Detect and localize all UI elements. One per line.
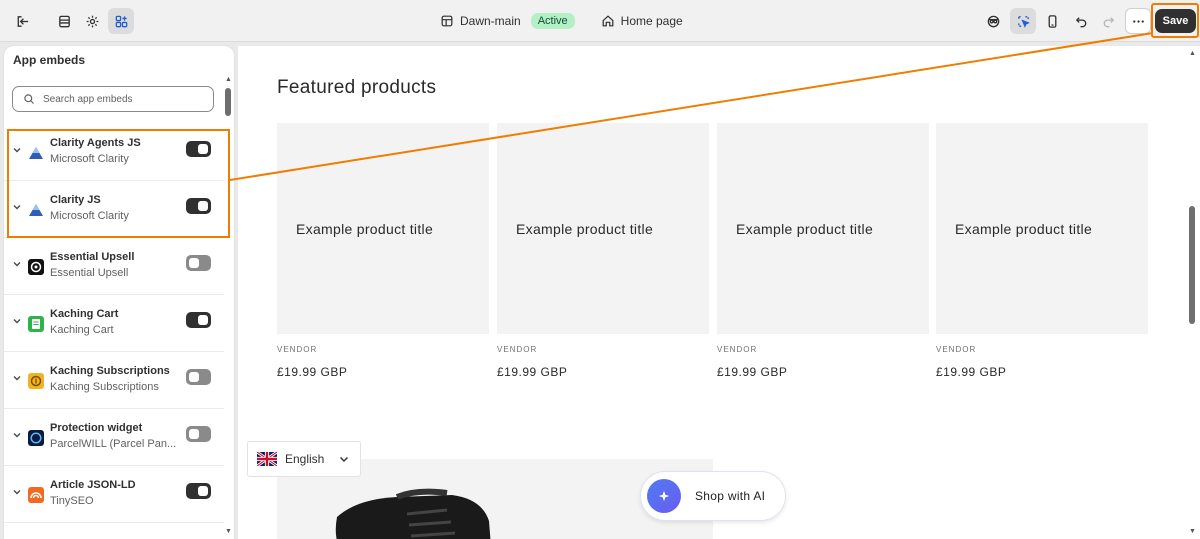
customer-preview-icon[interactable]: [980, 8, 1006, 34]
status-badge: Active: [530, 13, 575, 29]
theme-name[interactable]: Dawn-main: [460, 14, 521, 28]
chevron-down-icon: [340, 457, 349, 462]
product-card[interactable]: Example product title VENDOR £19.99 GBP: [936, 123, 1148, 379]
embed-highlight-box: [7, 129, 230, 238]
language-selector[interactable]: English: [247, 441, 361, 477]
tinyseo-icon: [28, 487, 44, 503]
product-card[interactable]: Example product title VENDOR £19.99 GBP: [277, 123, 489, 379]
exit-icon[interactable]: [9, 8, 35, 34]
chevron-down-icon[interactable]: [12, 316, 22, 326]
settings-gear-icon[interactable]: [79, 8, 105, 34]
app-embeds-panel: App embeds Search app embeds ▲ ▼ Clarity…: [4, 46, 234, 539]
theme-info: Dawn-main Active Home page: [440, 0, 683, 42]
embed-provider: Essential Upsell: [50, 267, 129, 279]
save-highlight-box: [1151, 3, 1199, 38]
search-input[interactable]: Search app embeds: [12, 86, 214, 112]
embed-name: Essential Upsell: [50, 251, 135, 263]
scroll-down-arrow-icon[interactable]: ▼: [1189, 528, 1196, 535]
embed-row-kaching-subscriptions[interactable]: Kaching Subscriptions Kaching Subscripti…: [4, 352, 224, 409]
embed-toggle[interactable]: [186, 312, 211, 328]
chevron-down-icon[interactable]: [12, 487, 22, 497]
embed-row-kaching-cart[interactable]: Kaching Cart Kaching Cart: [4, 295, 224, 352]
app-embeds-icon[interactable]: [108, 8, 134, 34]
sparkle-icon: [647, 479, 681, 513]
scroll-down-arrow-icon[interactable]: ▼: [225, 528, 232, 535]
language-label: English: [285, 452, 325, 466]
chevron-down-icon[interactable]: [12, 430, 22, 440]
product-title: Example product title: [736, 220, 874, 237]
product-price: £19.99 GBP: [277, 365, 348, 379]
page-name: Home page: [620, 14, 683, 28]
product-image-placeholder[interactable]: Example product title: [936, 123, 1148, 334]
embed-provider: TinySEO: [50, 495, 94, 507]
mobile-view-icon[interactable]: [1039, 8, 1065, 34]
product-title: Example product title: [516, 220, 654, 237]
kaching-subscriptions-icon: [28, 373, 44, 389]
scroll-up-arrow-icon[interactable]: ▲: [1189, 50, 1196, 57]
home-icon: [602, 15, 614, 27]
inspector-select-icon[interactable]: [1010, 8, 1036, 34]
embed-name: Kaching Cart: [50, 308, 119, 320]
search-placeholder: Search app embeds: [43, 93, 133, 105]
essential-upsell-icon: [28, 259, 44, 275]
page-selector[interactable]: Home page: [601, 14, 683, 28]
product-title: Example product title: [955, 220, 1093, 237]
embed-row-article-json-ld[interactable]: Article JSON-LD TinySEO: [4, 466, 224, 523]
embed-name: Article JSON-LD: [50, 479, 136, 491]
parcelwill-icon: [28, 430, 44, 446]
more-actions-icon[interactable]: [1125, 8, 1151, 34]
chevron-down-icon[interactable]: [12, 373, 22, 383]
search-icon: [24, 94, 34, 104]
embed-toggle[interactable]: [186, 426, 211, 442]
product-image-placeholder[interactable]: Example product title: [497, 123, 709, 334]
kaching-cart-icon: [28, 316, 44, 332]
section-title: Featured products: [277, 77, 437, 98]
redo-icon[interactable]: [1095, 8, 1121, 34]
undo-icon[interactable]: [1068, 8, 1094, 34]
product-price: £19.99 GBP: [497, 365, 568, 379]
shop-with-ai-label: Shop with AI: [695, 489, 766, 503]
product-vendor: VENDOR: [936, 345, 977, 354]
embed-row-essential-upsell[interactable]: Essential Upsell Essential Upsell: [4, 238, 224, 295]
embed-provider: Kaching Cart: [50, 324, 114, 336]
product-vendor: VENDOR: [277, 345, 318, 354]
sidebar-scrollbar[interactable]: [225, 88, 231, 116]
product-price: £19.99 GBP: [936, 365, 1007, 379]
product-price: £19.99 GBP: [717, 365, 788, 379]
uk-flag-icon: [257, 452, 277, 466]
top-bar: Dawn-main Active Home page Save: [0, 0, 1200, 42]
product-vendor: VENDOR: [497, 345, 538, 354]
product-vendor: VENDOR: [717, 345, 758, 354]
embed-name: Protection widget: [50, 422, 143, 434]
embed-name: Kaching Subscriptions: [50, 365, 170, 377]
embed-row-protection-widget[interactable]: Protection widget ParcelWILL (Parcel Pan…: [4, 409, 224, 466]
product-card[interactable]: Example product title VENDOR £19.99 GBP: [497, 123, 709, 379]
product-image-placeholder[interactable]: Example product title: [717, 123, 929, 334]
product-image-placeholder[interactable]: Example product title: [277, 123, 489, 334]
shop-with-ai-button[interactable]: Shop with AI: [641, 472, 785, 520]
scroll-up-arrow-icon[interactable]: ▲: [225, 76, 232, 83]
embed-toggle[interactable]: [186, 255, 211, 271]
preview-scrollbar[interactable]: [1189, 206, 1195, 324]
sections-icon[interactable]: [51, 8, 77, 34]
panel-title: App embeds: [13, 53, 86, 67]
theme-layout-icon: [441, 15, 453, 27]
embed-toggle[interactable]: [186, 483, 211, 499]
embed-provider: Kaching Subscriptions: [50, 381, 159, 393]
product-title: Example product title: [296, 220, 434, 237]
chevron-down-icon[interactable]: [12, 259, 22, 269]
embed-provider: ParcelWILL (Parcel Pan...: [50, 438, 177, 450]
store-preview[interactable]: Featured products Example product title …: [238, 46, 1200, 539]
embed-toggle[interactable]: [186, 369, 211, 385]
product-card[interactable]: Example product title VENDOR £19.99 GBP: [717, 123, 929, 379]
